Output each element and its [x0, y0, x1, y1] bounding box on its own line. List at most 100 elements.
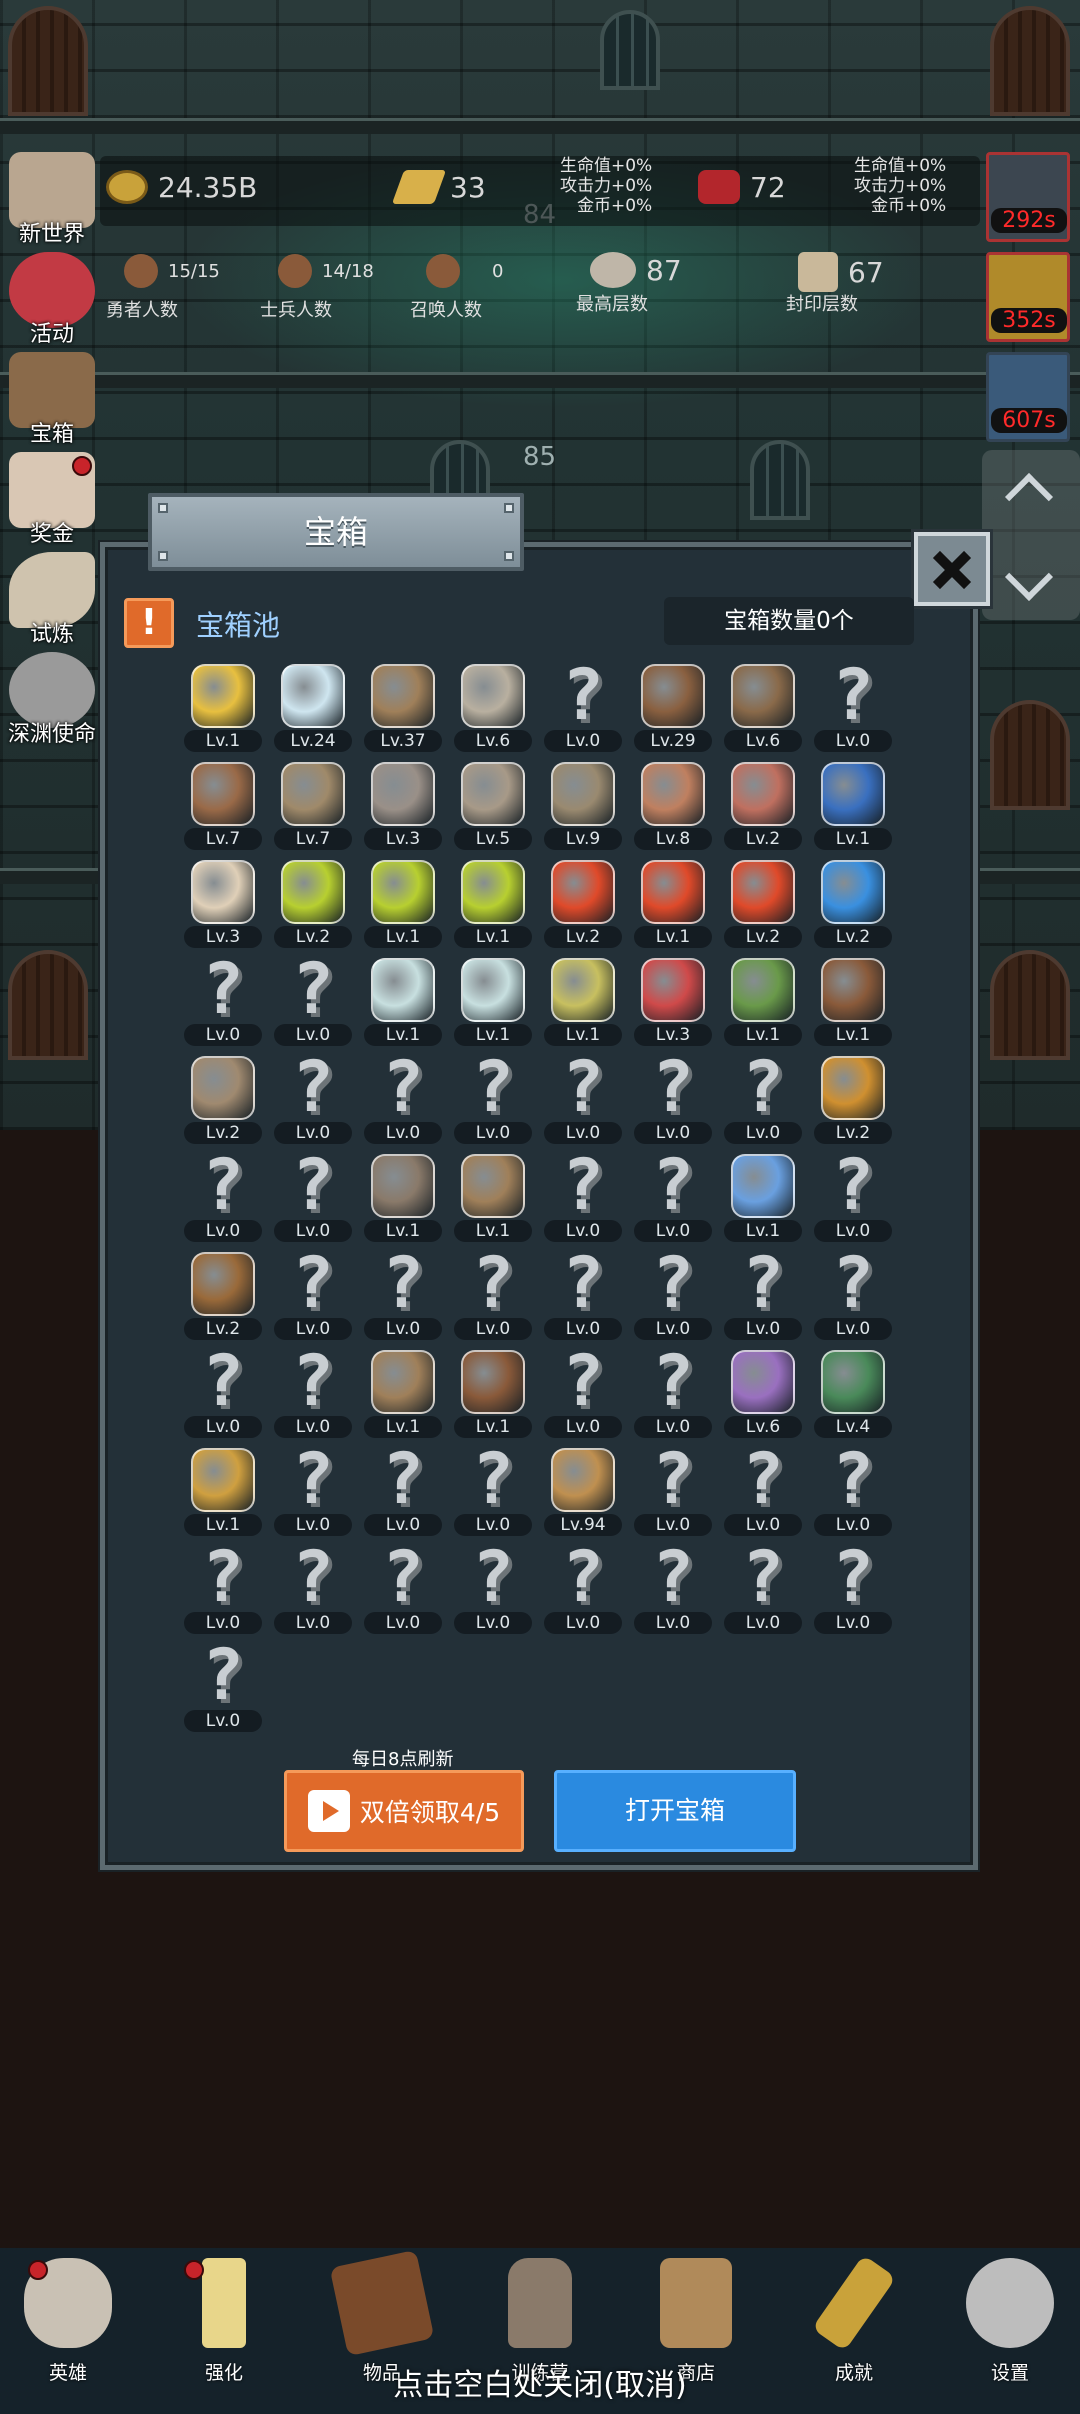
- double-claim-button[interactable]: 双倍领取4/5: [284, 1770, 524, 1852]
- chest-item-cell[interactable]: Lv.3: [358, 758, 448, 858]
- chest-item-cell[interactable]: Lv.1: [718, 1150, 808, 1250]
- chest-item-cell[interactable]: ? Lv.0: [268, 1150, 358, 1250]
- chest-item-cell[interactable]: ? Lv.0: [358, 1542, 448, 1642]
- chest-item-cell[interactable]: Lv.24: [268, 660, 358, 760]
- chest-item-cell[interactable]: Lv.1: [448, 954, 538, 1054]
- close-icon[interactable]: [914, 532, 990, 606]
- event-timer[interactable]: 352s: [986, 252, 1070, 342]
- chest-item-cell[interactable]: ? Lv.0: [628, 1150, 718, 1250]
- scroll-down-icon[interactable]: [1004, 552, 1054, 602]
- chest-item-cell[interactable]: Lv.1: [448, 856, 538, 956]
- chest-item-cell[interactable]: ? Lv.0: [538, 1542, 628, 1642]
- chest-item-cell[interactable]: Lv.2: [718, 856, 808, 956]
- side-menu-trial[interactable]: 试炼: [2, 552, 102, 652]
- chest-item-cell[interactable]: Lv.37: [358, 660, 448, 760]
- tap-to-close-hint[interactable]: 点击空白处关闭(取消): [0, 2360, 1080, 2404]
- side-menu-chest[interactable]: 宝箱: [2, 352, 102, 452]
- chest-item-cell[interactable]: Lv.5: [448, 758, 538, 858]
- chest-item-cell[interactable]: ? Lv.0: [628, 1248, 718, 1348]
- chest-item-cell[interactable]: Lv.2: [808, 1052, 898, 1152]
- chest-item-cell[interactable]: ? Lv.0: [268, 1346, 358, 1446]
- open-chest-button[interactable]: 打开宝箱: [554, 1770, 796, 1852]
- chest-item-cell[interactable]: Lv.2: [718, 758, 808, 858]
- chest-item-cell[interactable]: ? Lv.0: [538, 1346, 628, 1446]
- chest-item-cell[interactable]: Lv.1: [808, 954, 898, 1054]
- alert-icon[interactable]: !: [124, 598, 174, 648]
- chest-item-cell[interactable]: ? Lv.0: [538, 1150, 628, 1250]
- chest-item-cell[interactable]: Lv.9: [538, 758, 628, 858]
- chest-item-cell[interactable]: ? Lv.0: [718, 1444, 808, 1544]
- chest-item-cell[interactable]: ? Lv.0: [178, 1150, 268, 1250]
- chest-item-cell[interactable]: ? Lv.0: [808, 660, 898, 760]
- chest-item-cell[interactable]: Lv.94: [538, 1444, 628, 1544]
- chest-item-cell[interactable]: ? Lv.0: [358, 1444, 448, 1544]
- chest-item-cell[interactable]: Lv.3: [628, 954, 718, 1054]
- chest-item-cell[interactable]: Lv.7: [268, 758, 358, 858]
- chest-item-cell[interactable]: Lv.6: [718, 660, 808, 760]
- chest-item-cell[interactable]: Lv.6: [718, 1346, 808, 1446]
- chest-item-cell[interactable]: Lv.1: [178, 660, 268, 760]
- chest-item-cell[interactable]: Lv.2: [808, 856, 898, 956]
- side-menu-events[interactable]: 活动: [2, 252, 102, 352]
- gear-icon: [966, 2258, 1054, 2348]
- chest-item-cell[interactable]: Lv.1: [358, 1150, 448, 1250]
- chest-item-cell[interactable]: Lv.7: [178, 758, 268, 858]
- chest-item-cell[interactable]: Lv.4: [808, 1346, 898, 1446]
- chest-item-cell[interactable]: ? Lv.0: [178, 1542, 268, 1642]
- chest-item-cell[interactable]: Lv.2: [178, 1052, 268, 1152]
- chest-item-cell[interactable]: Lv.2: [538, 856, 628, 956]
- chest-item-cell[interactable]: ? Lv.0: [718, 1052, 808, 1152]
- chest-item-cell[interactable]: Lv.6: [448, 660, 538, 760]
- chest-item-cell[interactable]: ? Lv.0: [808, 1542, 898, 1642]
- scroll-up-icon[interactable]: [1004, 472, 1054, 522]
- chest-item-cell[interactable]: Lv.1: [448, 1346, 538, 1446]
- chest-item-cell[interactable]: ? Lv.0: [808, 1150, 898, 1250]
- chest-item-cell[interactable]: ? Lv.0: [538, 1052, 628, 1152]
- chest-item-cell[interactable]: ? Lv.0: [628, 1346, 718, 1446]
- chest-item-cell[interactable]: ? Lv.0: [448, 1542, 538, 1642]
- chest-item-cell[interactable]: ? Lv.0: [718, 1248, 808, 1348]
- chest-item-cell[interactable]: Lv.2: [178, 1248, 268, 1348]
- chest-item-cell[interactable]: ? Lv.0: [538, 1248, 628, 1348]
- chest-item-cell[interactable]: ? Lv.0: [628, 1052, 718, 1152]
- hp-bonus: 生命值+0%: [560, 156, 653, 176]
- chest-item-cell[interactable]: Lv.2: [268, 856, 358, 956]
- chest-item-cell[interactable]: ? Lv.0: [268, 1542, 358, 1642]
- side-menu-abyss[interactable]: 深渊使命: [2, 652, 102, 752]
- chest-item-cell[interactable]: ? Lv.0: [808, 1444, 898, 1544]
- chest-item-cell[interactable]: Lv.3: [178, 856, 268, 956]
- unknown-item-icon: ?: [291, 1046, 335, 1128]
- chest-item-cell[interactable]: ? Lv.0: [178, 954, 268, 1054]
- chest-item-cell[interactable]: Lv.1: [808, 758, 898, 858]
- chest-item-cell[interactable]: ? Lv.0: [268, 1052, 358, 1152]
- floor-scroll-control[interactable]: [982, 450, 1080, 620]
- event-timer[interactable]: 292s: [986, 152, 1070, 242]
- chest-item-cell[interactable]: Lv.1: [448, 1150, 538, 1250]
- chest-item-cell[interactable]: ? Lv.0: [448, 1248, 538, 1348]
- chest-item-cell[interactable]: ? Lv.0: [358, 1052, 448, 1152]
- chest-item-cell[interactable]: ? Lv.0: [718, 1542, 808, 1642]
- chest-item-cell[interactable]: Lv.1: [178, 1444, 268, 1544]
- side-menu-new-world[interactable]: 新世界: [2, 152, 102, 252]
- chest-item-cell[interactable]: ? Lv.0: [448, 1444, 538, 1544]
- event-timer[interactable]: 607s: [986, 352, 1070, 442]
- chest-item-cell[interactable]: Lv.1: [358, 954, 448, 1054]
- chest-item-cell[interactable]: ? Lv.0: [268, 1444, 358, 1544]
- chest-item-cell[interactable]: ? Lv.0: [808, 1248, 898, 1348]
- chest-item-cell[interactable]: Lv.8: [628, 758, 718, 858]
- chest-item-cell[interactable]: ? Lv.0: [268, 954, 358, 1054]
- chest-item-cell[interactable]: ? Lv.0: [178, 1346, 268, 1446]
- chest-item-cell[interactable]: Lv.1: [358, 1346, 448, 1446]
- chest-item-cell[interactable]: ? Lv.0: [268, 1248, 358, 1348]
- chest-item-cell[interactable]: ? Lv.0: [178, 1640, 268, 1740]
- chest-item-cell[interactable]: Lv.1: [718, 954, 808, 1054]
- chest-item-cell[interactable]: ? Lv.0: [448, 1052, 538, 1152]
- chest-item-cell[interactable]: ? Lv.0: [538, 660, 628, 760]
- chest-item-cell[interactable]: ? Lv.0: [628, 1444, 718, 1544]
- chest-item-cell[interactable]: ? Lv.0: [358, 1248, 448, 1348]
- chest-item-cell[interactable]: Lv.1: [358, 856, 448, 956]
- chest-item-cell[interactable]: Lv.1: [538, 954, 628, 1054]
- chest-item-cell[interactable]: Lv.29: [628, 660, 718, 760]
- chest-item-cell[interactable]: Lv.1: [628, 856, 718, 956]
- chest-item-cell[interactable]: ? Lv.0: [628, 1542, 718, 1642]
